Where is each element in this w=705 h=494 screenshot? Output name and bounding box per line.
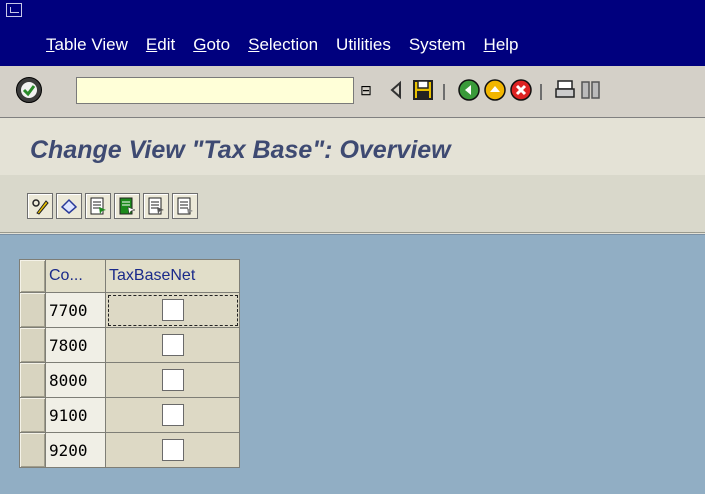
taxbasenet-cell: [105, 362, 240, 398]
select-all-rows-cell[interactable]: [19, 259, 46, 293]
deselect-all-button[interactable]: [143, 193, 169, 219]
glasses-pencil-icon: [32, 199, 49, 215]
menu-items: Table View Edit Goto Selection Utilities…: [46, 35, 537, 55]
company-code-cell: 7700: [45, 292, 106, 328]
eraser-icon: [60, 198, 78, 214]
menu-bar: Table View Edit Goto Selection Utilities…: [0, 0, 705, 66]
document-icon: [177, 197, 193, 215]
exit-icon[interactable]: [484, 79, 506, 101]
column-header-taxbasenet[interactable]: TaxBaseNet: [105, 259, 240, 293]
taxbasenet-cell: [105, 432, 240, 468]
menu-system[interactable]: System: [409, 35, 466, 55]
taxbasenet-cell: [105, 292, 240, 328]
toolbar-separator: [443, 84, 445, 100]
select-block-button[interactable]: [114, 193, 140, 219]
table-row: 7800: [19, 327, 240, 363]
undo-button[interactable]: [56, 193, 82, 219]
taxbasenet-checkbox[interactable]: [161, 404, 184, 426]
toolbar-separator: [540, 84, 542, 100]
work-area: Co... TaxBaseNet 7700 7800 8000 9100 920…: [0, 234, 705, 494]
select-all-button[interactable]: [85, 193, 111, 219]
taxbasenet-checkbox[interactable]: [161, 439, 184, 461]
find-icon[interactable]: [580, 79, 602, 101]
taxbasenet-checkbox[interactable]: [161, 299, 184, 321]
menu-goto[interactable]: Goto: [193, 35, 230, 55]
print-icon[interactable]: [554, 79, 576, 101]
checkmark-icon: [21, 82, 37, 98]
row-selector[interactable]: [19, 432, 46, 468]
back-icon[interactable]: [458, 79, 480, 101]
menu-table-view[interactable]: Table View: [46, 35, 128, 55]
display-change-button[interactable]: [27, 193, 53, 219]
command-history-icon[interactable]: ⊟: [358, 81, 374, 99]
collapse-arrow-icon[interactable]: [386, 79, 408, 101]
table-row: 8000: [19, 362, 240, 398]
row-selector[interactable]: [19, 397, 46, 433]
cancel-icon[interactable]: [510, 79, 532, 101]
menu-edit[interactable]: Edit: [146, 35, 175, 55]
row-selector[interactable]: [19, 327, 46, 363]
row-selector[interactable]: [19, 292, 46, 328]
system-menu-icon[interactable]: [6, 3, 22, 17]
title-bar: Change View "Tax Base": Overview: [0, 118, 705, 175]
command-field[interactable]: [76, 77, 354, 104]
page-title: Change View "Tax Base": Overview: [30, 136, 451, 164]
table-row: 7700: [19, 292, 240, 328]
taxbasenet-checkbox[interactable]: [161, 334, 184, 356]
company-code-cell: 8000: [45, 362, 106, 398]
selection-criteria-button[interactable]: [172, 193, 198, 219]
taxbasenet-cell: [105, 327, 240, 363]
select-block-icon: [119, 197, 136, 215]
row-selector[interactable]: [19, 362, 46, 398]
company-code-cell: 7800: [45, 327, 106, 363]
company-code-cell: 9100: [45, 397, 106, 433]
standard-toolbar: ⊟: [0, 66, 705, 118]
menu-help[interactable]: Help: [484, 35, 519, 55]
tax-base-table: Co... TaxBaseNet 7700 7800 8000 9100 920…: [19, 259, 240, 468]
save-icon[interactable]: [412, 79, 434, 101]
taxbasenet-cell: [105, 397, 240, 433]
application-toolbar: [0, 175, 705, 233]
table-row: 9200: [19, 432, 240, 468]
menu-utilities[interactable]: Utilities: [336, 35, 391, 55]
table-row: 9100: [19, 397, 240, 433]
table-header-row: Co... TaxBaseNet: [19, 259, 240, 293]
menu-selection[interactable]: Selection: [248, 35, 318, 55]
taxbasenet-checkbox[interactable]: [161, 369, 184, 391]
column-header-company-code[interactable]: Co...: [45, 259, 106, 293]
select-all-icon: [90, 197, 106, 215]
company-code-cell: 9200: [45, 432, 106, 468]
enter-button[interactable]: [16, 77, 42, 103]
deselect-all-icon: [148, 197, 164, 215]
